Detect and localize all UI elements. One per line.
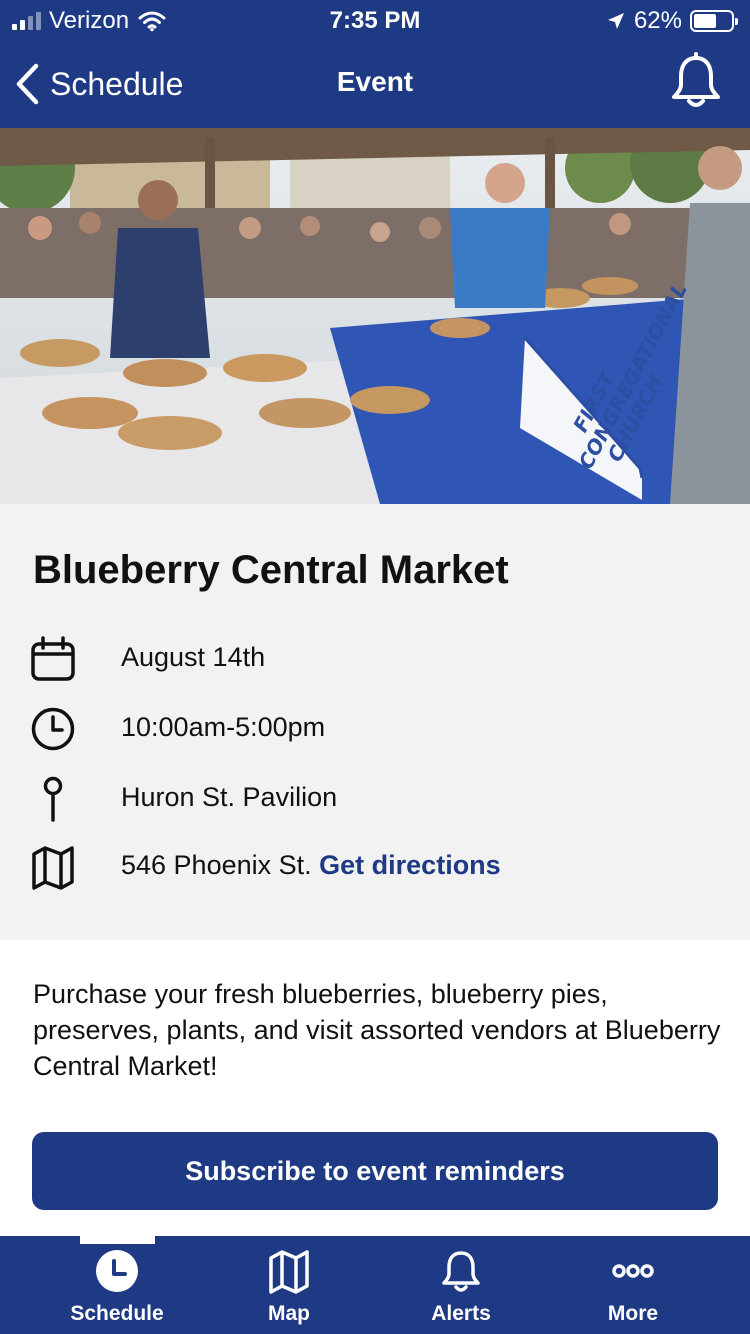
event-address: 546 Phoenix St. xyxy=(121,850,312,880)
notifications-button[interactable] xyxy=(668,52,724,112)
pin-icon xyxy=(43,776,63,822)
tab-more[interactable]: More xyxy=(547,1236,719,1334)
status-bar: Verizon 7:35 PM 62% xyxy=(0,0,750,40)
event-venue-row: Huron St. Pavilion xyxy=(0,770,750,826)
event-date: August 14th xyxy=(121,642,266,672)
event-date-row: August 14th xyxy=(0,630,750,686)
event-info-panel: Blueberry Central Market August 14th 10:… xyxy=(0,504,750,940)
back-label: Schedule xyxy=(50,65,184,102)
tab-bar: Schedule Map Alerts More xyxy=(0,1236,750,1334)
get-directions-link[interactable]: Get directions xyxy=(319,850,501,880)
bell-icon xyxy=(672,52,720,107)
event-photo: FIRST CONGREGATIONAL CHURCH xyxy=(0,128,750,504)
battery-fill xyxy=(694,14,717,28)
more-icon xyxy=(612,1264,654,1278)
app-header: Verizon 7:35 PM 62% Schedule Event xyxy=(0,0,750,128)
event-title: Blueberry Central Market xyxy=(33,548,509,592)
tab-alerts-label: Alerts xyxy=(431,1302,491,1325)
calendar-icon xyxy=(31,636,75,681)
map-icon xyxy=(269,1250,309,1294)
status-right: 62% xyxy=(606,7,738,35)
event-time-row: 10:00am-5:00pm xyxy=(0,700,750,756)
battery-icon xyxy=(690,10,738,32)
event-description: Purchase your fresh blueberries, blueber… xyxy=(33,979,721,1081)
battery-percent: 62% xyxy=(633,7,682,34)
clock-icon xyxy=(31,707,75,751)
back-button[interactable]: Schedule xyxy=(14,58,183,110)
map-icon xyxy=(32,846,74,890)
tab-more-label: More xyxy=(607,1302,659,1325)
event-address-line: 546 Phoenix St. Get directions xyxy=(121,850,501,881)
event-address-row: 546 Phoenix St. Get directions xyxy=(0,838,750,894)
event-time: 10:00am-5:00pm xyxy=(121,712,326,742)
event-venue: Huron St. Pavilion xyxy=(121,782,338,812)
tab-schedule[interactable]: Schedule xyxy=(31,1236,203,1334)
clock-icon xyxy=(96,1250,138,1292)
tab-map[interactable]: Map xyxy=(203,1236,375,1334)
chevron-left-icon xyxy=(16,63,39,105)
subscribe-button[interactable]: Subscribe to event reminders xyxy=(32,1132,718,1210)
tab-schedule-label: Schedule xyxy=(70,1302,164,1325)
tab-map-label: Map xyxy=(268,1302,310,1325)
bell-icon xyxy=(442,1251,480,1292)
location-arrow-icon xyxy=(607,13,624,29)
tab-alerts[interactable]: Alerts xyxy=(375,1236,547,1334)
